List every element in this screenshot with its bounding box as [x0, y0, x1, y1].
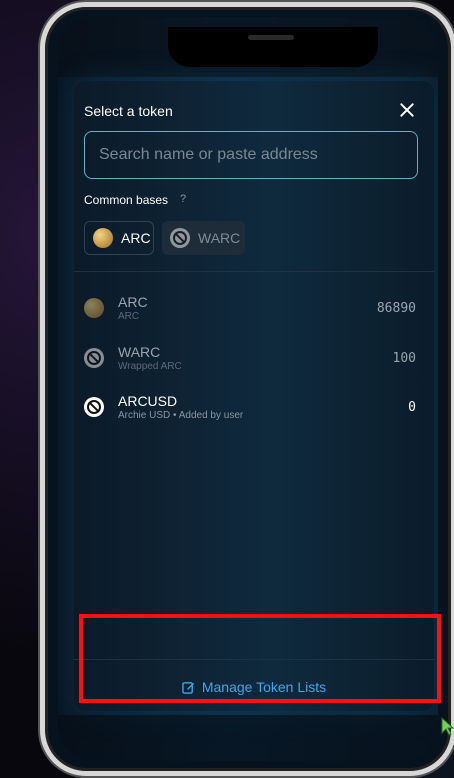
modal-title: Select a token: [84, 103, 173, 119]
token-balance: 0: [408, 399, 416, 415]
ban-icon: [170, 228, 190, 248]
arc-coin-icon: [84, 298, 104, 318]
help-icon[interactable]: ?: [180, 193, 186, 205]
list-divider: [74, 271, 434, 272]
highlight-annotation: [79, 614, 441, 703]
background-app-footer: [58, 715, 438, 761]
close-icon[interactable]: [398, 101, 416, 119]
token-row-warc[interactable]: WARC Wrapped ARC 100: [74, 336, 434, 380]
ban-icon: [84, 397, 104, 417]
token-symbol: WARC: [118, 343, 161, 360]
common-base-warc[interactable]: WARC: [162, 221, 245, 255]
common-bases-label: Common bases: [84, 193, 169, 207]
token-name: ARC: [118, 310, 140, 322]
token-name: Wrapped ARC: [118, 360, 182, 372]
token-row-arc[interactable]: ARC ARC 86890: [74, 286, 434, 330]
token-balance: 86890: [376, 300, 416, 316]
token-symbol: ARC: [118, 293, 148, 310]
phone-notch: [168, 27, 378, 67]
speaker-grille: [248, 35, 294, 40]
common-base-label: WARC: [198, 230, 241, 246]
token-name: Archie USD • Added by user: [118, 409, 244, 421]
common-base-label: ARC: [121, 230, 151, 246]
token-row-arcusd[interactable]: ARCUSD Archie USD • Added by user 0: [74, 385, 434, 429]
token-search-input[interactable]: [84, 131, 418, 179]
arc-coin-icon: [93, 228, 113, 248]
ban-icon: [84, 348, 104, 368]
token-balance: 100: [392, 350, 416, 366]
token-symbol: ARCUSD: [118, 392, 178, 409]
cursor-arrow-icon: [441, 716, 454, 736]
common-base-arc[interactable]: ARC: [84, 221, 154, 255]
